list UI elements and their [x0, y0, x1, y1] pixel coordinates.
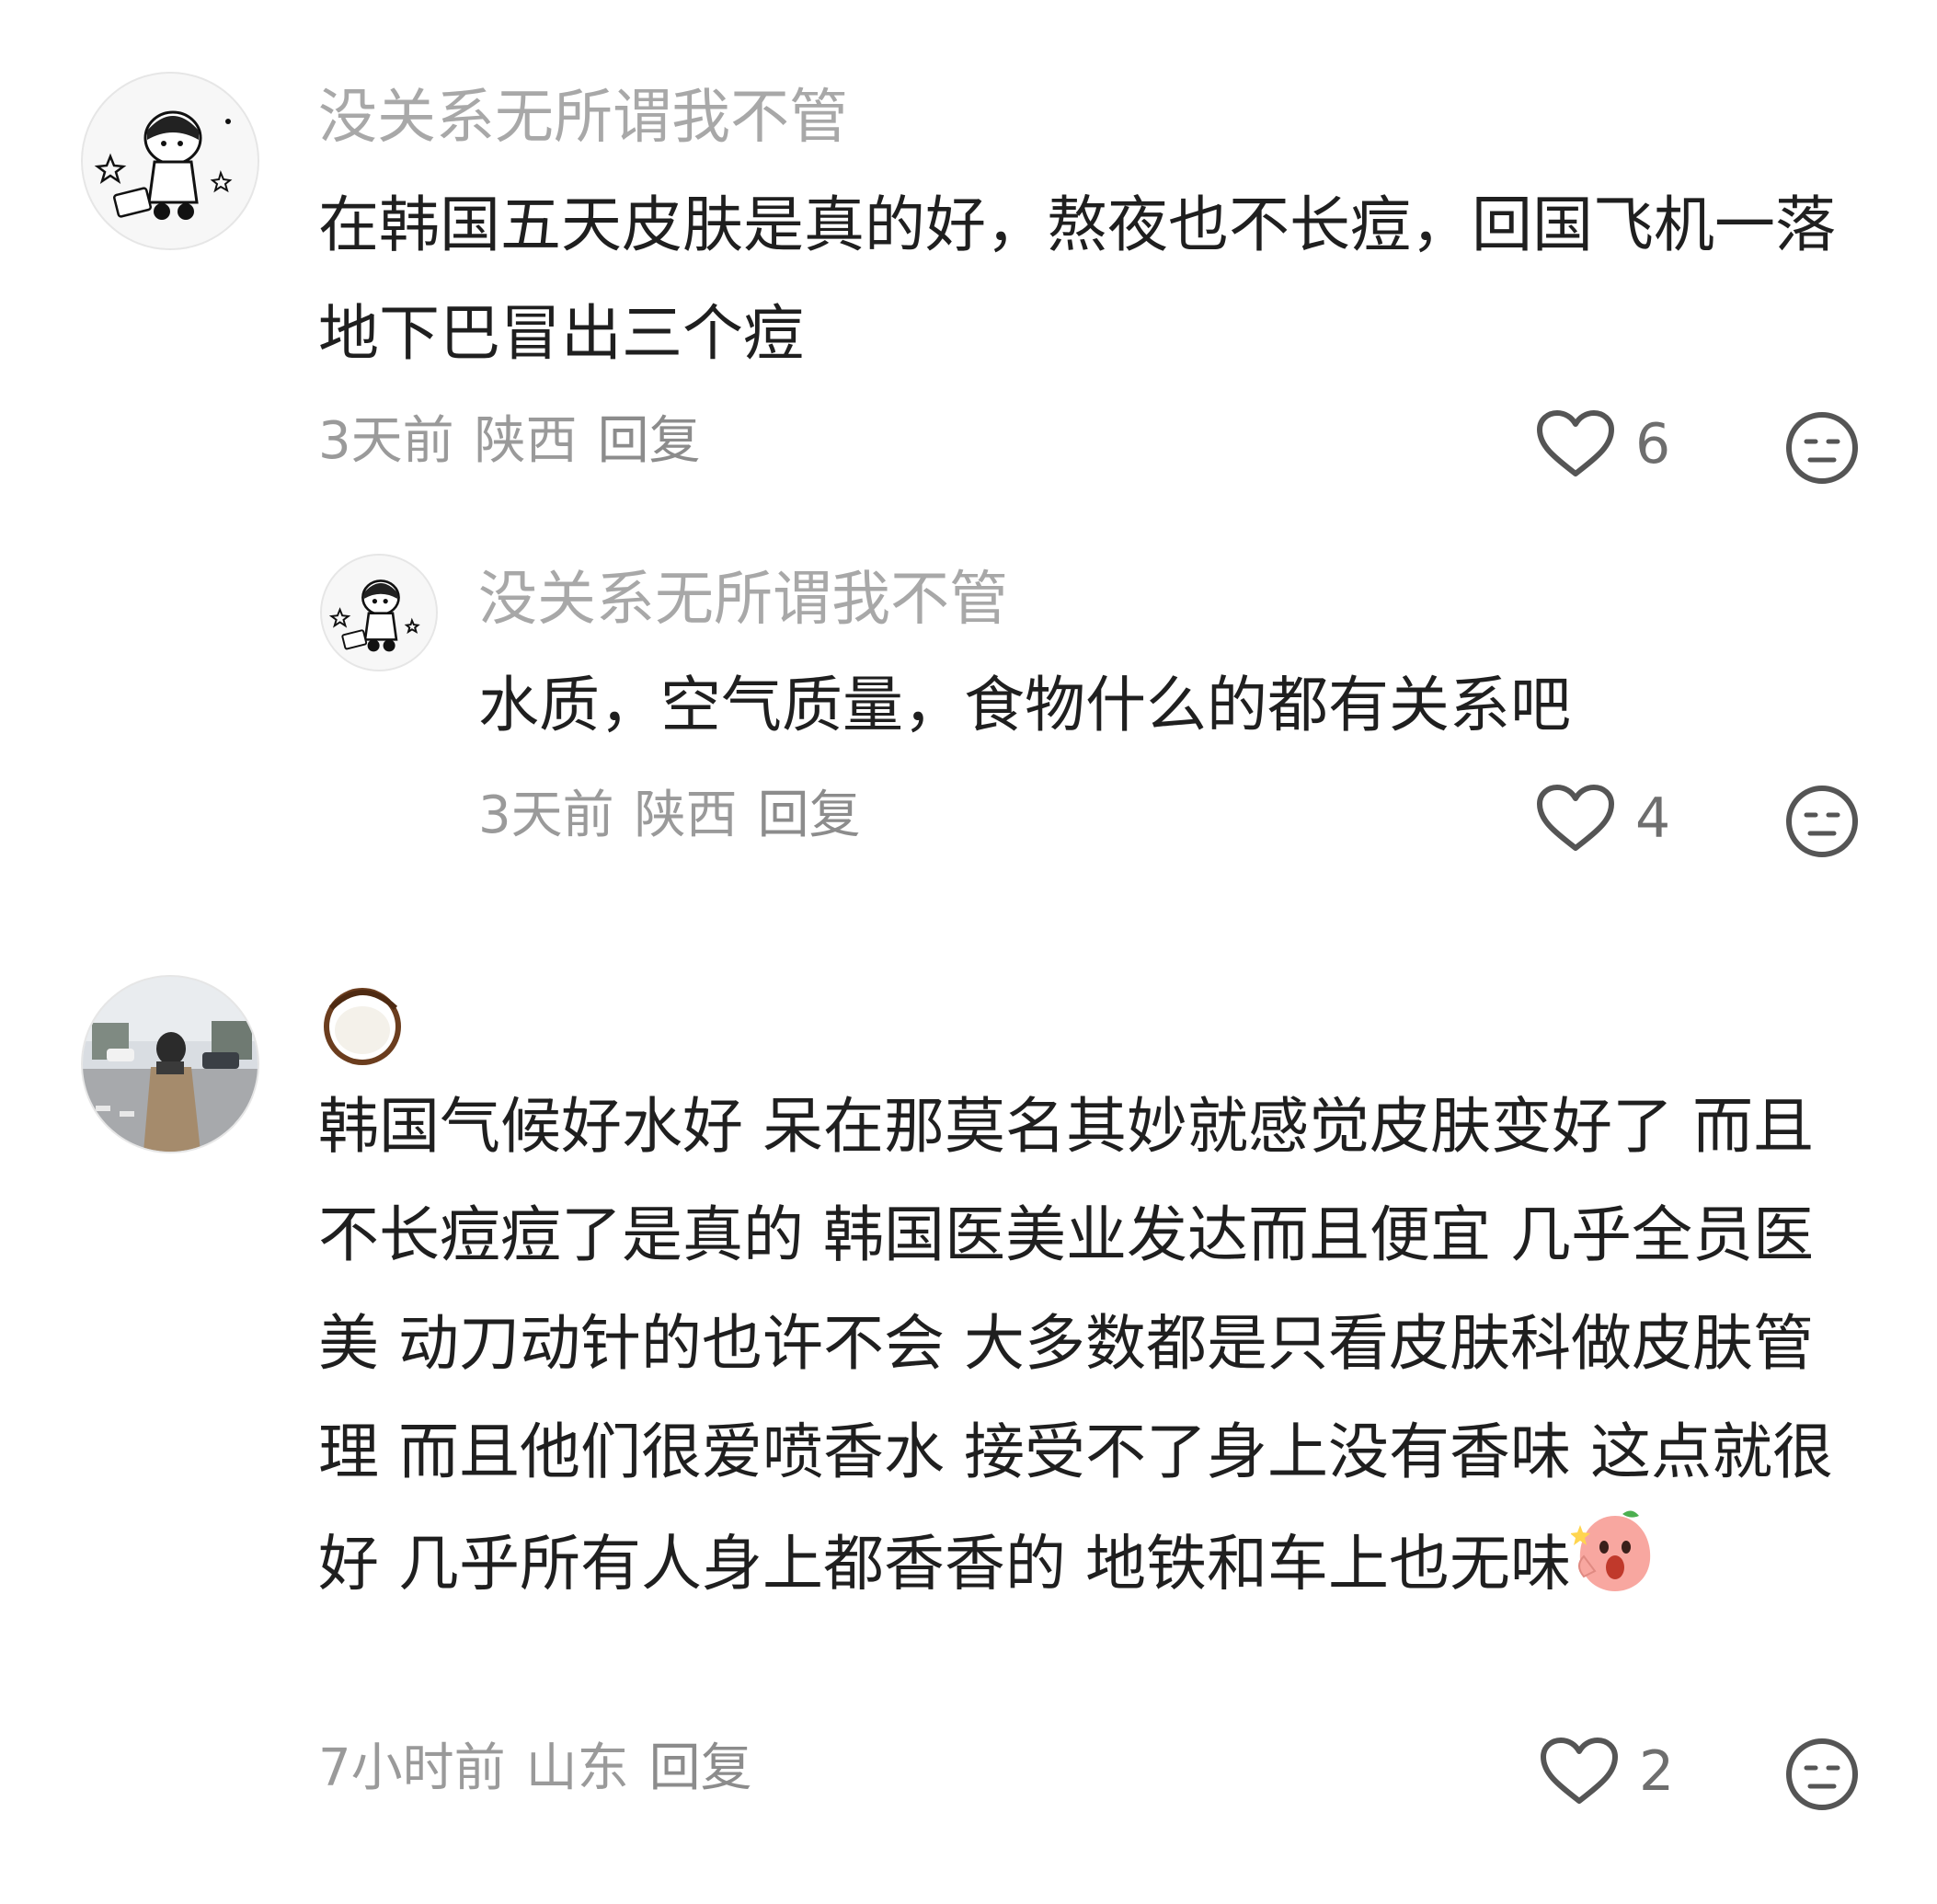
reply-button[interactable]: 回复: [649, 1738, 752, 1798]
comment-time: 3天前: [318, 411, 454, 471]
reply-meta: 3天前 陕西 回复: [478, 784, 881, 848]
like-count: 6: [1635, 412, 1671, 476]
like-count: 2: [1639, 1739, 1675, 1804]
reply-button[interactable]: 回复: [758, 786, 861, 845]
shocked-peach-emoji-icon: [1569, 1507, 1659, 1629]
meh-face-icon: [1786, 1738, 1858, 1810]
meh-face-icon: [1786, 412, 1858, 484]
comment-meta: 7小时前 山东 回复: [318, 1737, 773, 1801]
reply-time: 3天前: [478, 786, 614, 845]
reply-text: 水质，空气质量，食物什么的都有关系吧: [478, 670, 1571, 740]
comment-location: 陕西: [474, 411, 578, 471]
comment-location: 山东: [525, 1738, 629, 1798]
user-avatar[interactable]: [81, 975, 259, 1153]
user-avatar[interactable]: [81, 72, 259, 250]
coconut-emoji-icon: [324, 988, 401, 1065]
heart-icon: [1537, 785, 1614, 851]
heart-icon: [1537, 410, 1614, 476]
cartoon-girl-avatar-icon: [322, 556, 436, 670]
username[interactable]: 没关系无所谓我不管: [318, 81, 848, 155]
comment-text: 在韩国五天皮肤是真的好，熬夜也不长痘，回国飞机一落地下巴冒出三个痘: [318, 189, 1836, 369]
username[interactable]: [318, 981, 407, 1086]
meh-face-icon: [1786, 786, 1858, 857]
dislike-button[interactable]: [1784, 410, 1860, 489]
heart-icon: [1541, 1738, 1618, 1804]
dislike-button[interactable]: [1784, 1737, 1860, 1816]
user-avatar[interactable]: [320, 554, 438, 671]
like-button[interactable]: 2: [1540, 1737, 1674, 1807]
cartoon-girl-avatar-icon: [83, 74, 258, 248]
comment-meta: 3天前 陕西 回复: [318, 409, 721, 474]
reply-button[interactable]: 回复: [598, 411, 701, 471]
reply-location: 陕西: [634, 786, 738, 845]
username[interactable]: 没关系无所谓我不管: [478, 563, 1008, 637]
like-button[interactable]: 4: [1536, 784, 1670, 854]
comment-time: 7小时前: [318, 1738, 506, 1798]
like-count: 4: [1635, 786, 1671, 851]
like-button[interactable]: 6: [1536, 409, 1670, 479]
dislike-button[interactable]: [1784, 784, 1860, 863]
street-photo-avatar-icon: [83, 977, 258, 1152]
comment-text: 韩国气候好水好 呆在那莫名其妙就感觉皮肤变好了 而且不长痘痘了是真的 韩国医美业…: [318, 1072, 1854, 1629]
